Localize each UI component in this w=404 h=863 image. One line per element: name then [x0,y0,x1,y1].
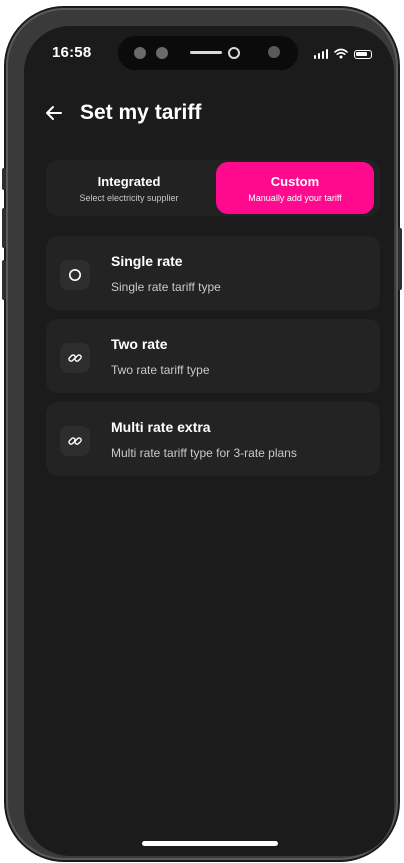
option-multi-rate-extra[interactable]: Multi rate extra Multi rate tariff type … [46,402,380,476]
status-icons [313,48,372,59]
side-button-mute [2,168,6,190]
island-dot-icon [134,47,146,59]
option-description: Single rate tariff type [111,280,221,294]
tariff-source-tabs: Integrated Select electricity supplier C… [46,160,380,216]
dynamic-island [118,36,298,70]
circle-icon [60,260,90,290]
camera-icon [268,46,280,58]
tab-integrated-label: Integrated [97,173,161,189]
option-title: Two rate [111,336,168,352]
tab-custom-label: Custom [270,173,320,189]
battery-icon [354,50,372,59]
status-bar: 16:58 [24,26,394,80]
link-icon [60,426,90,456]
app-screen: 16:58 Set my tariff Integrated Select el… [24,26,394,856]
option-title: Single rate [111,253,183,269]
link-icon [60,343,90,373]
arrow-left-icon[interactable] [44,103,64,123]
side-button-volume-up [2,208,6,248]
phone-frame: 16:58 Set my tariff Integrated Select el… [2,8,402,860]
island-bar-icon [190,51,222,54]
option-single-rate[interactable]: Single rate Single rate tariff type [46,236,380,310]
option-title: Multi rate extra [111,419,211,435]
page-header: Set my tariff [44,98,201,128]
side-button-volume-down [2,260,6,300]
page-title: Set my tariff [80,101,202,124]
tab-integrated[interactable]: Integrated Select electricity supplier [46,160,212,216]
option-description: Two rate tariff type [111,363,210,377]
tab-integrated-description: Select electricity supplier [79,192,179,203]
option-two-rate[interactable]: Two rate Two rate tariff type [46,319,380,393]
option-description: Multi rate tariff type for 3-rate plans [111,446,297,460]
home-indicator[interactable] [142,841,278,846]
wifi-icon [334,48,348,59]
island-ring-icon [228,47,240,59]
side-button-power [398,228,402,290]
tab-custom[interactable]: Custom Manually add your tariff [216,162,374,214]
status-time: 16:58 [52,44,92,61]
tab-custom-description: Manually add your tariff [248,192,342,203]
island-dot-icon [156,47,168,59]
cellular-signal-icon [313,49,328,59]
